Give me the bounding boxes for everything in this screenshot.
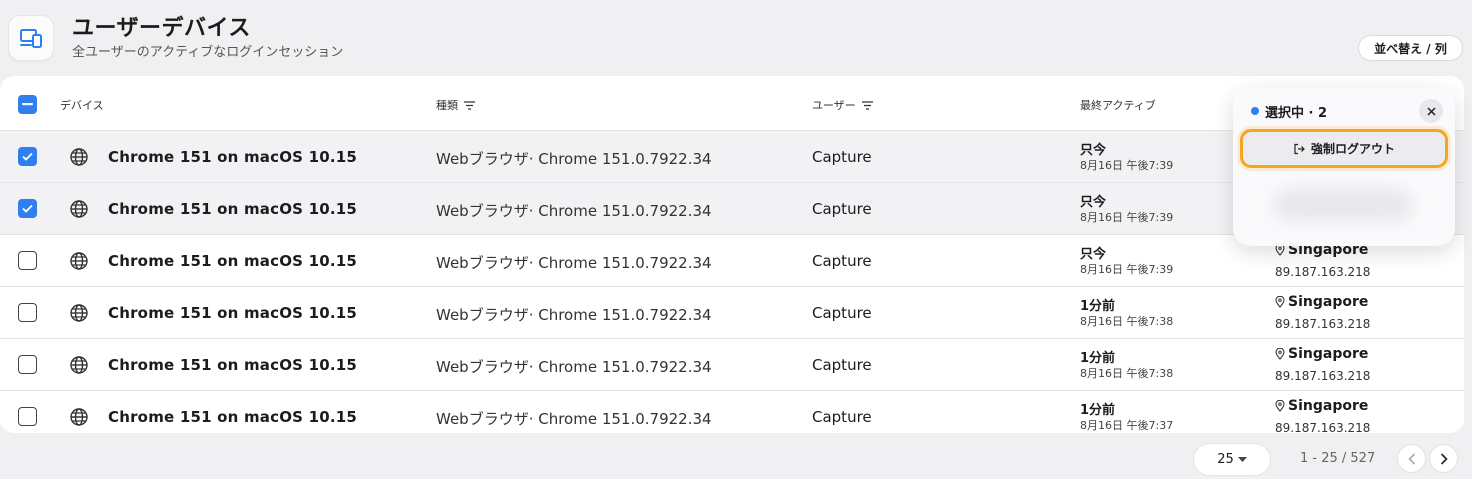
column-user-label: ユーザー: [812, 99, 856, 112]
last-active-relative: 1分前: [1080, 403, 1116, 418]
last-active-relative: 只今: [1080, 143, 1107, 158]
location-city-label: Singapore: [1288, 294, 1369, 310]
globe-icon: [70, 252, 88, 270]
ip-address: 89.187.163.218: [1275, 421, 1371, 433]
checkmark-icon: [22, 204, 33, 213]
chevron-right-icon: [1440, 452, 1448, 465]
row-checkbox[interactable]: [18, 147, 37, 166]
column-device-label: デバイス: [60, 99, 104, 112]
row-checkbox[interactable]: [18, 355, 37, 374]
device-name: Chrome 151 on macOS 10.15: [108, 148, 358, 166]
globe-icon: [70, 200, 88, 218]
device-name: Chrome 151 on macOS 10.15: [108, 304, 358, 322]
user-name: Capture: [812, 200, 872, 218]
row-checkbox[interactable]: [18, 251, 37, 270]
user-name: Capture: [812, 408, 872, 426]
location-city-label: Singapore: [1288, 398, 1369, 414]
checkmark-icon: [22, 152, 33, 161]
last-active-relative: 只今: [1080, 195, 1107, 210]
page-size-value: 25: [1217, 452, 1234, 467]
filter-icon[interactable]: [861, 100, 873, 110]
last-active-timestamp: 8月16日 午後7:38: [1080, 315, 1174, 328]
filter-icon[interactable]: [464, 100, 475, 110]
user-name: Capture: [812, 304, 872, 322]
page-size-select[interactable]: 25: [1193, 443, 1271, 476]
column-kind[interactable]: 種類: [436, 97, 475, 113]
device-kind: Webブラウザ· Chrome 151.0.7922.34: [436, 254, 712, 272]
minus-icon: [22, 103, 33, 106]
logout-icon: [1294, 143, 1305, 154]
table-row[interactable]: Chrome 151 on macOS 10.15 Webブラウザ· Chrome…: [0, 339, 1464, 391]
last-active-timestamp: 8月16日 午後7:39: [1080, 263, 1174, 276]
ip-address: 89.187.163.218: [1275, 369, 1371, 383]
location-pin-icon: [1275, 348, 1285, 360]
force-logout-label: 強制ログアウト: [1310, 142, 1395, 156]
column-device[interactable]: デバイス: [60, 97, 104, 113]
last-active-relative: 1分前: [1080, 299, 1116, 314]
last-active-relative: 只今: [1080, 247, 1107, 262]
app-icon: [8, 15, 54, 61]
selection-popover: 選択中 · 2 強制ログアウト: [1233, 88, 1455, 246]
user-name: Capture: [812, 148, 872, 166]
row-checkbox[interactable]: [18, 407, 37, 426]
caret-down-icon: [1237, 456, 1247, 462]
row-checkbox[interactable]: [18, 303, 37, 322]
next-page-button[interactable]: [1429, 444, 1458, 473]
select-all-checkbox[interactable]: [18, 95, 37, 114]
close-icon: [1426, 106, 1436, 116]
last-active-timestamp: 8月16日 午後7:37: [1080, 419, 1174, 432]
last-active-timestamp: 8月16日 午後7:38: [1080, 367, 1174, 380]
location-city: Singapore: [1275, 346, 1368, 362]
globe-icon: [70, 148, 88, 166]
location-pin-icon: [1275, 296, 1285, 308]
table-row[interactable]: Chrome 151 on macOS 10.15 Webブラウザ· Chrome…: [0, 287, 1464, 339]
last-active-relative: 1分前: [1080, 351, 1116, 366]
globe-icon: [70, 408, 88, 426]
location-city-label: Singapore: [1288, 346, 1369, 362]
location-city: Singapore: [1275, 294, 1368, 310]
location-city: Singapore: [1275, 398, 1368, 414]
ip-address: 89.187.163.218: [1275, 317, 1371, 331]
chevron-left-icon: [1407, 452, 1415, 465]
device-name: Chrome 151 on macOS 10.15: [108, 356, 358, 374]
close-button[interactable]: [1419, 99, 1443, 123]
device-kind: Webブラウザ· Chrome 151.0.7922.34: [436, 306, 712, 324]
sort-columns-button[interactable]: 並べ替え / 列: [1358, 35, 1463, 61]
page-title: ユーザーデバイス: [72, 16, 251, 41]
devices-icon: [20, 29, 42, 48]
location-pin-icon: [1275, 400, 1285, 412]
column-last-active[interactable]: 最終アクティブ: [1080, 97, 1156, 113]
user-name: Capture: [812, 252, 872, 270]
prev-page-button[interactable]: [1397, 444, 1426, 473]
column-user[interactable]: ユーザー: [812, 97, 873, 113]
device-name: Chrome 151 on macOS 10.15: [108, 252, 358, 270]
device-name: Chrome 151 on macOS 10.15: [108, 200, 358, 218]
page-range: 1 - 25 / 527: [1300, 451, 1376, 466]
globe-icon: [70, 356, 88, 374]
selection-count: 選択中 · 2: [1265, 106, 1328, 121]
blurred-placeholder: [1273, 188, 1413, 222]
device-kind: Webブラウザ· Chrome 151.0.7922.34: [436, 410, 712, 428]
device-name: Chrome 151 on macOS 10.15: [108, 408, 358, 426]
device-kind: Webブラウザ· Chrome 151.0.7922.34: [436, 358, 712, 376]
page-subtitle: 全ユーザーのアクティブなログインセッション: [72, 45, 344, 60]
ip-address: 89.187.163.218: [1275, 265, 1371, 279]
last-active-timestamp: 8月16日 午後7:39: [1080, 159, 1174, 172]
force-logout-button[interactable]: 強制ログアウト: [1240, 129, 1448, 168]
globe-icon: [70, 304, 88, 322]
column-last-active-label: 最終アクティブ: [1080, 99, 1156, 112]
table-row[interactable]: Chrome 151 on macOS 10.15 Webブラウザ· Chrome…: [0, 391, 1464, 433]
device-kind: Webブラウザ· Chrome 151.0.7922.34: [436, 150, 712, 168]
last-active-timestamp: 8月16日 午後7:39: [1080, 211, 1174, 224]
user-name: Capture: [812, 356, 872, 374]
selection-dot-icon: [1251, 107, 1259, 115]
row-checkbox[interactable]: [18, 199, 37, 218]
column-kind-label: 種類: [436, 99, 458, 112]
device-kind: Webブラウザ· Chrome 151.0.7922.34: [436, 202, 712, 220]
